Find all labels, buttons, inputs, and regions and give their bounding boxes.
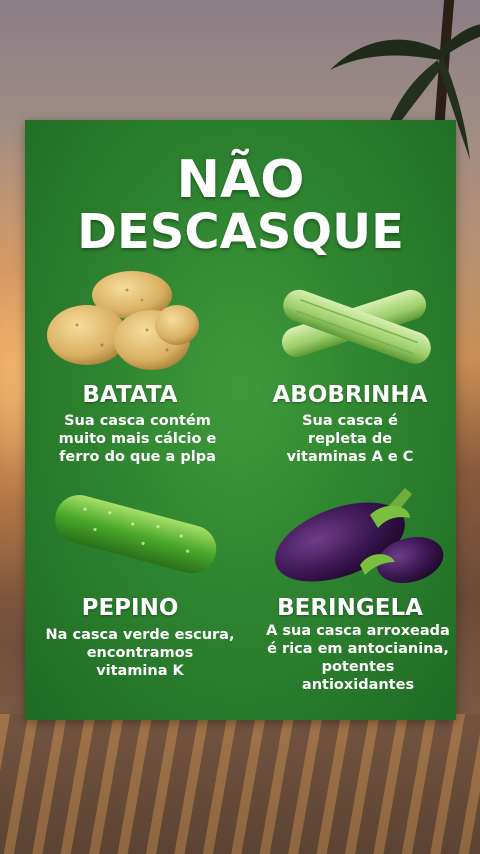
title-line-2: DESCASQUE — [77, 204, 404, 260]
item-desc-pepino: Na casca verde escura, encontramos vitam… — [45, 627, 235, 679]
item-name-abobrinha: ABOBRINHA — [272, 382, 428, 408]
item-name-pepino: PEPINO — [81, 595, 179, 621]
eggplant-icon — [275, 488, 444, 584]
item-name-beringela: BERINGELA — [277, 595, 423, 621]
item-desc-abobrinha: Sua casca é repleta de vitaminas A e C — [286, 413, 414, 465]
item-desc-beringela: A sua casca arroxeada é rica em antocian… — [266, 623, 450, 693]
cucumber-icon — [55, 495, 217, 574]
title-line-1: NÃO — [176, 150, 305, 210]
zucchini-icon — [281, 289, 431, 364]
poster: NÃO DESCASQUE BATATA Sua casca contém mu… — [25, 120, 456, 720]
sand-texture — [0, 714, 480, 854]
item-desc-batata: Sua casca contém muito mais cálcio e fer… — [58, 413, 217, 465]
item-name-batata: BATATA — [82, 382, 178, 408]
potato-icon — [47, 271, 199, 370]
